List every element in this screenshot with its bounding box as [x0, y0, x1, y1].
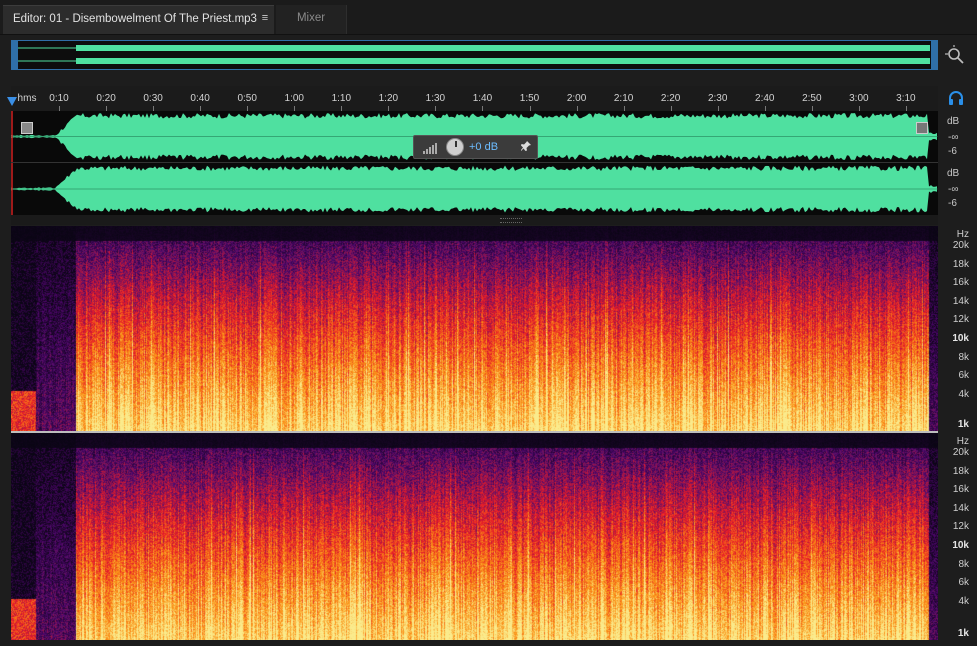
frequency-label: 12k [952, 521, 969, 533]
ruler-tick-label: 1:20 [378, 93, 399, 104]
frequency-label: 8k [958, 351, 969, 363]
time-ruler[interactable]: hms 0:10 0:20 0:30 0:40 0:50 1:00 1:10 1:20 1:30… [11, 86, 938, 111]
ruler-tick-label: 2:50 [802, 93, 822, 104]
frequency-label: 16k [952, 484, 969, 496]
db-label-inf: -∞ [948, 132, 959, 143]
ruler-tick-label: 0:30 [143, 93, 163, 104]
frequency-label: 20k [952, 240, 969, 251]
ruler-tick-label: 1:50 [519, 93, 540, 104]
ruler-tick-label: 1:00 [284, 93, 304, 104]
playhead-marker[interactable] [7, 97, 17, 106]
splitter-grip[interactable] [500, 218, 522, 223]
zoom-icon[interactable] [944, 44, 966, 66]
frequency-label: 16k [952, 277, 969, 289]
pin-icon[interactable] [520, 140, 532, 155]
frequency-label: 8k [958, 558, 969, 570]
frequency-label: 6k [958, 577, 969, 589]
db-label-top: dB [947, 116, 960, 127]
ruler-tick-label: 2:00 [566, 93, 587, 104]
ruler-tick-label: 3:10 [896, 93, 916, 104]
frequency-label: 4k [958, 595, 969, 607]
ruler-tick-label: 0:50 [237, 93, 257, 104]
ruler-tick-label: 3:00 [849, 93, 869, 104]
headphones-icon[interactable] [948, 90, 964, 106]
frequency-label: 12k [952, 314, 969, 326]
ruler-tick-label: 1:10 [331, 93, 352, 104]
frequency-label: 18k [952, 258, 969, 270]
ruler-tick-label: 0:10 [49, 93, 69, 104]
panel-splitter[interactable] [11, 215, 938, 225]
fade-in-handle[interactable] [21, 122, 33, 134]
gain-hud[interactable]: +0 dB [413, 135, 538, 159]
frequency-label: 18k [952, 465, 969, 477]
fade-out-handle[interactable] [916, 122, 928, 134]
gain-value[interactable]: +0 dB [469, 141, 498, 153]
frequency-label: 6k [958, 370, 969, 382]
ruler-tick-label: 1:30 [425, 93, 446, 104]
db-label-inf-2: -∞ [948, 184, 959, 195]
frequency-label: 20k [952, 447, 969, 458]
frequency-label: 1k [957, 628, 969, 639]
frequency-label: 4k [958, 388, 969, 400]
frequency-label: 1k [957, 419, 969, 430]
hz-unit-label: Hz [956, 436, 969, 447]
frequency-label: 10k [952, 540, 969, 551]
ruler-unit: hms [17, 93, 37, 104]
ruler-tick-label: 2:10 [613, 93, 634, 104]
ruler-tick-label: 2:40 [755, 93, 775, 104]
tab-mixer[interactable]: Mixer [276, 5, 347, 34]
hz-unit-label: Hz [956, 229, 969, 240]
tab-menu-icon[interactable]: ≡ [256, 5, 274, 34]
db-label-six: -6 [948, 146, 957, 157]
waveform-channels [11, 111, 938, 215]
ruler-tick-label: 1:40 [472, 93, 493, 104]
bottom-border [0, 640, 977, 646]
ruler-tick-label: 2:20 [660, 93, 681, 104]
spectral-display-right[interactable] [11, 433, 938, 640]
db-label-top-2: dB [947, 168, 960, 179]
ruler-tick-label: 2:30 [707, 93, 728, 104]
frequency-label: 14k [952, 295, 969, 307]
channel-separator [11, 162, 938, 163]
level-meter-icon [423, 143, 437, 154]
frequency-label: 14k [952, 502, 969, 514]
gain-knob[interactable] [446, 138, 464, 156]
overview-navigator[interactable] [11, 40, 938, 70]
db-label-six-2: -6 [948, 198, 957, 209]
tab-editor[interactable]: Editor: 01 - Disembowelment Of The Pries… [3, 5, 274, 34]
waveform-display[interactable] [11, 111, 938, 215]
frequency-label: 10k [952, 333, 969, 344]
overview-waveform [12, 41, 937, 69]
spectral-display-left[interactable] [11, 226, 938, 431]
ruler-tick-label: 0:20 [96, 93, 116, 104]
ruler-tick-label: 0:40 [190, 93, 210, 104]
